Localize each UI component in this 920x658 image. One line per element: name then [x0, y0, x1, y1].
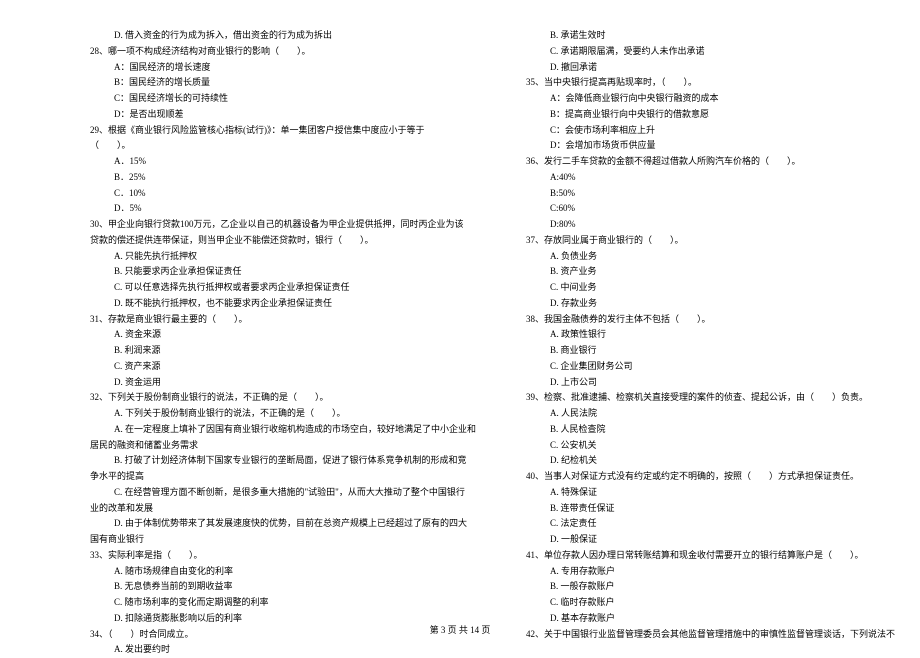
text-line: 37、存放同业属于商业银行的（ ）。: [526, 233, 895, 249]
text-line: A. 人民法院: [526, 406, 895, 422]
text-line: B. 资产业务: [526, 264, 895, 280]
text-line: C. 中间业务: [526, 280, 895, 296]
text-line: A:40%: [526, 170, 895, 186]
text-line: B：国民经济的增长质量: [90, 75, 476, 91]
text-line: A：国民经济的增长速度: [90, 60, 476, 76]
text-line: B. 利润来源: [90, 343, 476, 359]
text-line: C. 承诺期限届满，受要约人未作出承诺: [526, 44, 895, 60]
text-line: A. 下列关于股份制商业银行的说法，不正确的是（ ）。: [90, 406, 476, 422]
text-line: B. 承诺生效时: [526, 28, 895, 44]
text-line: A. 资金来源: [90, 327, 476, 343]
page-content: D. 借入资金的行为成为拆入，借出资金的行为成为拆出28、哪一项不构成经济结构对…: [0, 0, 920, 658]
text-line: B. 人民检查院: [526, 422, 895, 438]
text-line: D. 撤回承诺: [526, 60, 895, 76]
text-line: A. 在一定程度上填补了因国有商业银行收缩机构造成的市场空白，较好地满足了中小企…: [90, 422, 476, 438]
text-line: D. 一般保证: [526, 532, 895, 548]
text-line: 业的改革和发展: [90, 501, 476, 517]
text-line: A. 特殊保证: [526, 485, 895, 501]
right-column: B. 承诺生效时C. 承诺期限届满，受要约人未作出承诺D. 撤回承诺35、当中央…: [526, 28, 895, 658]
text-line: 38、我国金融债券的发行主体不包括（ ）。: [526, 312, 895, 328]
text-line: C. 临时存款账户: [526, 595, 895, 611]
text-line: B. 无息债券当前的到期收益率: [90, 579, 476, 595]
text-line: C. 企业集团财务公司: [526, 359, 895, 375]
text-line: B:50%: [526, 186, 895, 202]
text-line: C. 公安机关: [526, 438, 895, 454]
text-line: 31、存款是商业银行最主要的（ ）。: [90, 312, 476, 328]
text-line: D．5%: [90, 201, 476, 217]
text-line: 30、甲企业向银行贷款100万元，乙企业以自己的机器设备为甲企业提供抵押，同时丙…: [90, 217, 476, 233]
text-line: B. 商业银行: [526, 343, 895, 359]
text-line: D:80%: [526, 217, 895, 233]
text-line: 35、当中央银行提高再贴现率时，（ ）。: [526, 75, 895, 91]
page-number: 第 3 页 共 14 页: [0, 623, 920, 636]
text-line: D. 借入资金的行为成为拆入，借出资金的行为成为拆出: [90, 28, 476, 44]
text-line: C:60%: [526, 201, 895, 217]
text-line: B. 只能要求丙企业承担保证责任: [90, 264, 476, 280]
text-line: C．10%: [90, 186, 476, 202]
text-line: A. 负债业务: [526, 249, 895, 265]
text-line: D. 存款业务: [526, 296, 895, 312]
text-line: D：是否出现顺差: [90, 107, 476, 123]
text-line: D：会增加市场货币供应量: [526, 138, 895, 154]
text-line: C：国民经济增长的可持续性: [90, 91, 476, 107]
text-line: C. 可以任意选择先执行抵押权或者要求丙企业承担保证责任: [90, 280, 476, 296]
left-column: D. 借入资金的行为成为拆入，借出资金的行为成为拆出28、哪一项不构成经济结构对…: [90, 28, 476, 658]
text-line: D. 资金运用: [90, 375, 476, 391]
text-line: A. 专用存款账户: [526, 564, 895, 580]
text-line: 40、当事人对保证方式没有约定或约定不明确的，按照（ ）方式承担保证责任。: [526, 469, 895, 485]
text-line: C. 法定责任: [526, 516, 895, 532]
text-line: D. 上市公司: [526, 375, 895, 391]
text-line: D. 纪检机关: [526, 453, 895, 469]
text-line: 争水平的提高: [90, 469, 476, 485]
text-line: 贷款的偿还提供连带保证，则当甲企业不能偿还贷款时，银行（ ）。: [90, 233, 476, 249]
text-line: C. 在经营管理方面不断创新，是很多重大措施的"试验田"，从而大大推动了整个中国…: [90, 485, 476, 501]
text-line: C. 随市场利率的变化而定期调整的利率: [90, 595, 476, 611]
text-line: A．15%: [90, 154, 476, 170]
text-line: B. 一般存款账户: [526, 579, 895, 595]
text-line: 32、下列关于股份制商业银行的说法，不正确的是（ ）。: [90, 390, 476, 406]
text-line: 29、根据《商业银行风险监管核心指标(试行)》：单一集团客户授信集中度应小于等于: [90, 123, 476, 139]
text-line: 居民的融资和储蓄业务需求: [90, 438, 476, 454]
text-line: D. 既不能执行抵押权，也不能要求丙企业承担保证责任: [90, 296, 476, 312]
text-line: 36、发行二手车贷款的金额不得超过借款人所购汽车价格的（ ）。: [526, 154, 895, 170]
text-line: C：会使市场利率相应上升: [526, 123, 895, 139]
text-line: A. 随市场规律自由变化的利率: [90, 564, 476, 580]
text-line: B：提高商业银行向中央银行的借款意愿: [526, 107, 895, 123]
text-line: 28、哪一项不构成经济结构对商业银行的影响（ ）。: [90, 44, 476, 60]
text-line: （ ）。: [90, 138, 476, 154]
text-line: B．25%: [90, 170, 476, 186]
text-line: D. 由于体制优势带来了其发展速度快的优势，目前在总资产规模上已经超过了原有的四…: [90, 516, 476, 532]
text-line: B. 打破了计划经济体制下国家专业银行的垄断局面，促进了银行体系竞争机制的形成和…: [90, 453, 476, 469]
text-line: C. 资产来源: [90, 359, 476, 375]
text-line: A. 政策性银行: [526, 327, 895, 343]
text-line: A. 发出要约时: [90, 642, 476, 658]
text-line: A：会降低商业银行向中央银行融资的成本: [526, 91, 895, 107]
text-line: 国有商业银行: [90, 532, 476, 548]
text-line: A. 只能先执行抵押权: [90, 249, 476, 265]
text-line: 41、单位存款人因办理日常转账结算和现金收付需要开立的银行结算账户是（ ）。: [526, 548, 895, 564]
text-line: 33、实际利率是指（ ）。: [90, 548, 476, 564]
text-line: B. 连带责任保证: [526, 501, 895, 517]
text-line: 39、检察、批准逮捕、检察机关直接受理的案件的侦查、提起公诉，由（ ）负责。: [526, 390, 895, 406]
